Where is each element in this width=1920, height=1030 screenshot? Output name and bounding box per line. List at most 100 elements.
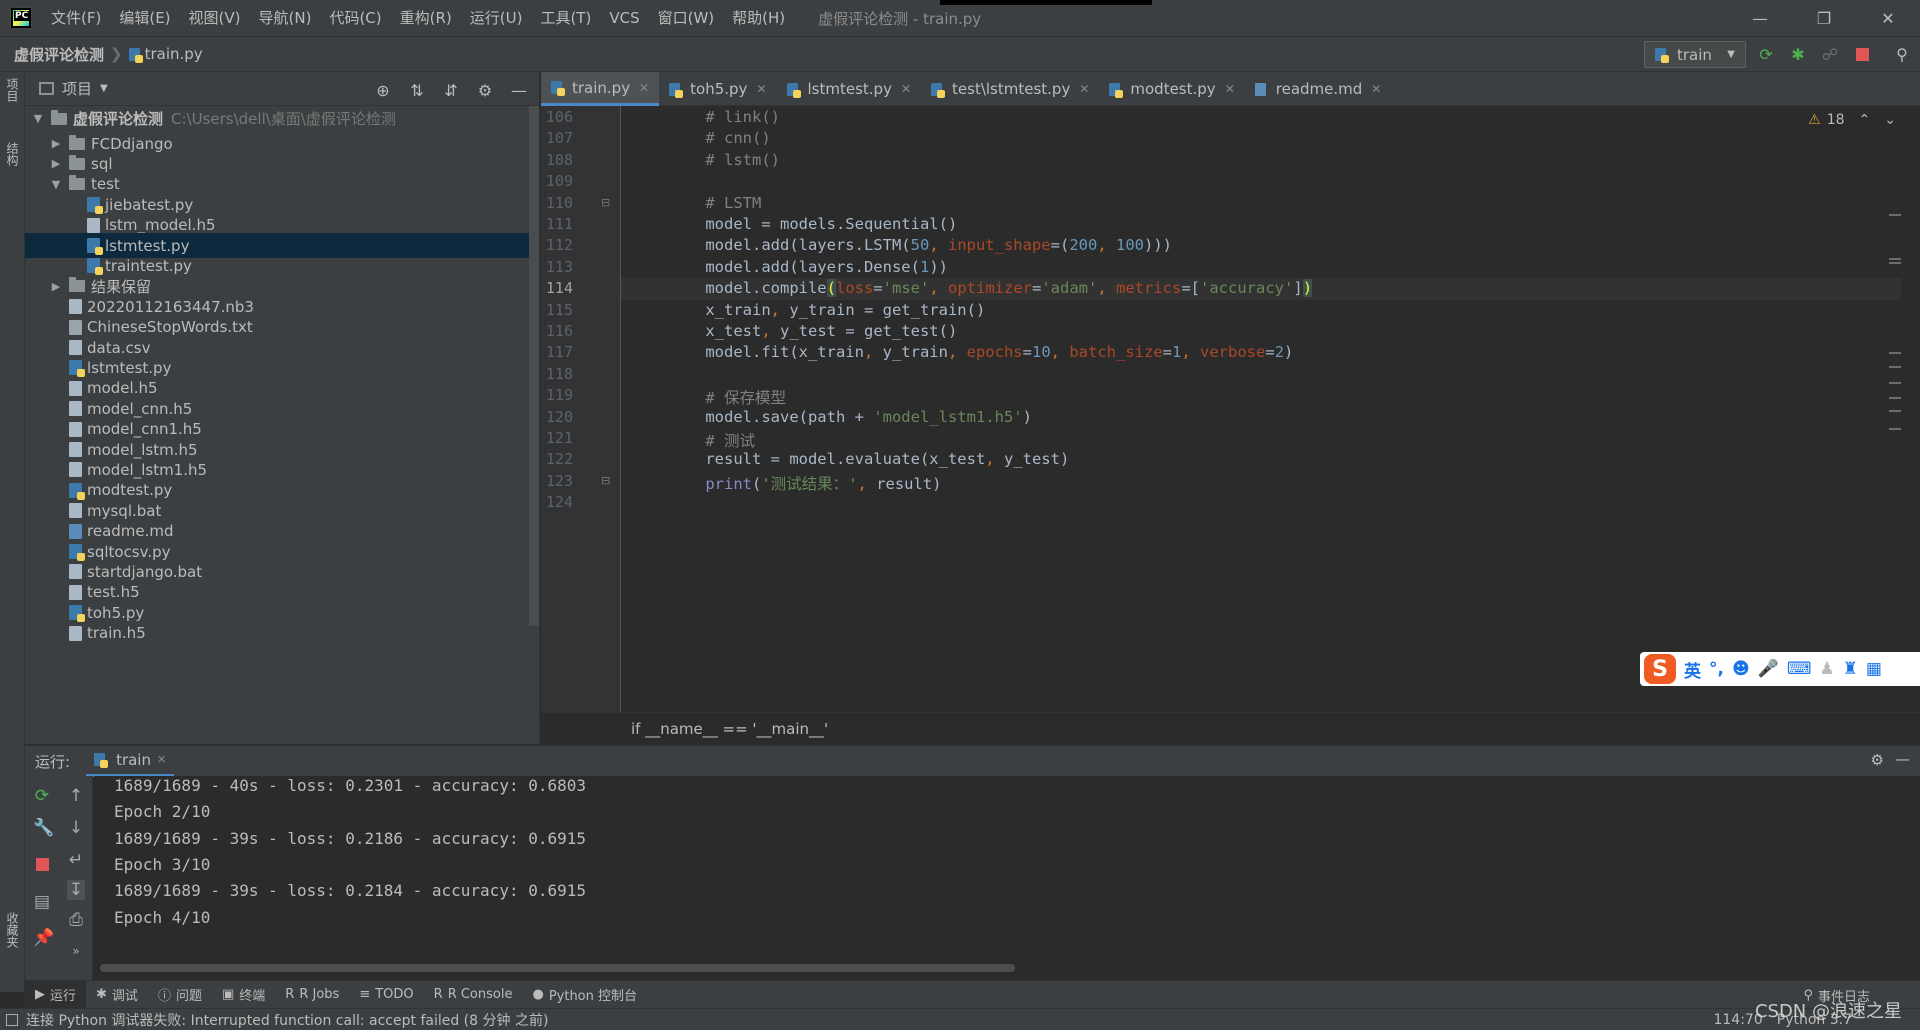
microphone-icon[interactable]: 🎤 — [1758, 659, 1779, 679]
stop-icon[interactable] — [1850, 43, 1874, 67]
debug-tool-tab[interactable]: ✱ 调试 — [86, 981, 148, 1009]
run-tool-tab[interactable]: ▶ 运行 — [25, 980, 87, 1009]
gear-icon[interactable]: ⚙ — [1871, 751, 1884, 769]
todo-tool-tab[interactable]: ≡ TODO — [349, 981, 423, 1009]
emoji-icon[interactable]: ☻ — [1732, 659, 1750, 679]
expand-arrow-icon[interactable]: ▼ — [49, 178, 63, 191]
keyboard-icon[interactable]: ⌨ — [1787, 659, 1812, 679]
close-window-button[interactable]: ✕ — [1856, 0, 1920, 36]
menu-item[interactable]: 工具(T) — [531, 0, 600, 36]
close-icon[interactable]: ✕ — [639, 81, 649, 95]
hide-panel-icon[interactable]: — — [507, 78, 531, 102]
menu-item[interactable]: 帮助(H) — [723, 0, 794, 36]
project-tree-scrollbar[interactable] — [529, 106, 539, 626]
close-icon[interactable]: ✕ — [901, 82, 911, 96]
ime-language-toggle[interactable]: 英 — [1684, 657, 1701, 682]
close-icon[interactable]: ✕ — [756, 82, 766, 96]
editor-tab[interactable]: train.py ✕ — [541, 72, 660, 106]
more-icon[interactable]: » — [67, 944, 85, 958]
expand-arrow-icon[interactable]: ▶ — [49, 280, 63, 293]
fold-marker-icon[interactable]: ⊟ — [601, 474, 610, 487]
expand-arrow-icon[interactable]: ▶ — [49, 157, 63, 170]
tree-root[interactable]: ▼ 虚假评论检测 C:\Users\dell\桌面\虚假评论检测 — [25, 106, 537, 131]
ime-punctuation-toggle[interactable]: °, — [1709, 659, 1724, 679]
error-stripe-mark[interactable] — [1889, 258, 1901, 260]
previous-highlight-icon[interactable]: ⌃ — [1859, 112, 1871, 128]
breadcrumb-file[interactable]: train.py — [145, 45, 203, 63]
close-icon[interactable]: ✕ — [1371, 82, 1381, 96]
menu-item[interactable]: 窗口(W) — [649, 0, 724, 36]
arrow-up-icon[interactable]: ↑ — [67, 786, 85, 806]
hide-panel-icon[interactable]: — — [1895, 750, 1910, 768]
editor-tab[interactable]: modtest.py ✕ — [1099, 72, 1244, 106]
menu-item[interactable]: 视图(V) — [180, 0, 250, 36]
inspection-widget[interactable]: ⚠ 18 ⌃ ⌄ — [1808, 112, 1896, 128]
gear-icon[interactable]: ⚙ — [473, 78, 497, 102]
run-tab-train[interactable]: train ✕ — [86, 746, 175, 777]
search-icon[interactable]: ⚲ — [1890, 43, 1914, 67]
wrench-icon[interactable]: 🔧 — [33, 818, 54, 838]
error-stripe-mark[interactable] — [1889, 352, 1901, 354]
editor-tab[interactable]: lstmtest.py ✕ — [777, 72, 922, 106]
code-breadcrumb[interactable]: if __name__ == '__main__' — [541, 712, 1920, 745]
user-icon[interactable]: ♟ — [1819, 659, 1834, 679]
breadcrumb-project[interactable]: 虚假评论检测 — [14, 44, 104, 65]
locate-icon[interactable]: ⊕ — [371, 78, 395, 102]
run-console[interactable]: 1689/1689 - 40s - loss: 0.2301 - accurac… — [94, 776, 1920, 980]
print-icon[interactable]: ⎙ — [67, 910, 85, 930]
error-stripe-mark[interactable] — [1889, 382, 1901, 384]
expand-arrow-icon[interactable]: ▶ — [49, 137, 63, 150]
collapse-all-icon[interactable]: ⇵ — [439, 78, 463, 102]
favorites-tool-tab[interactable]: 收藏夹 — [4, 912, 21, 948]
tree-file[interactable]: train.h5 — [25, 621, 537, 646]
error-stripe-mark[interactable] — [1889, 410, 1901, 412]
coverage-icon[interactable]: ☍ — [1818, 43, 1842, 67]
close-icon[interactable]: ✕ — [1079, 82, 1089, 96]
rerun-icon[interactable]: ⟳ — [33, 786, 51, 806]
problems-tool-tab[interactable]: ⓘ 问题 — [148, 981, 212, 1009]
close-icon[interactable]: ✕ — [157, 753, 166, 766]
terminal-tool-tab[interactable]: ▣ 终端 — [212, 981, 275, 1009]
python-console-tool-tab[interactable]: ● Python 控制台 — [522, 981, 647, 1009]
code-editor[interactable]: # link() # cnn() # lstm() # LSTM model =… — [621, 106, 1901, 712]
error-stripe-mark[interactable] — [1889, 214, 1901, 216]
layout-icon[interactable]: ▤ — [33, 892, 51, 912]
skin-icon[interactable]: ♜ — [1843, 659, 1858, 679]
menu-item[interactable]: 代码(C) — [320, 0, 390, 36]
toggle-tool-windows-icon[interactable] — [6, 1013, 18, 1026]
menu-item[interactable]: 运行(U) — [461, 0, 532, 36]
fold-marker-icon[interactable]: ⊟ — [601, 196, 610, 209]
error-stripe-mark[interactable] — [1889, 397, 1901, 399]
minimize-button[interactable]: — — [1728, 0, 1792, 36]
error-stripe-mark[interactable] — [1889, 366, 1901, 368]
menu-item[interactable]: 重构(R) — [391, 0, 461, 36]
debug-icon[interactable]: ✱ — [1786, 43, 1810, 67]
menu-item[interactable]: 编辑(E) — [110, 0, 179, 36]
structure-tool-tab[interactable]: 结构 — [4, 142, 21, 166]
pin-icon[interactable]: 📌 — [33, 928, 54, 948]
r-jobs-tool-tab[interactable]: R R Jobs — [275, 981, 349, 1009]
error-stripe-mark[interactable] — [1889, 262, 1901, 264]
console-horizontal-scrollbar[interactable] — [100, 964, 1015, 972]
editor-tab[interactable]: readme.md ✕ — [1245, 72, 1392, 106]
rerun-icon[interactable]: ⟳ — [1754, 43, 1778, 67]
status-message[interactable]: 连接 Python 调试器失败: Interrupted function ca… — [26, 1010, 548, 1030]
scroll-to-end-icon[interactable]: ↧ — [67, 880, 85, 900]
error-stripe-mark[interactable] — [1889, 428, 1901, 430]
menu-item[interactable]: 导航(N) — [250, 0, 321, 36]
chevron-down-icon[interactable]: ▼ — [100, 83, 108, 94]
editor-tab[interactable]: toh5.py ✕ — [659, 72, 776, 106]
menu-item[interactable]: 文件(F) — [42, 0, 110, 36]
r-console-tool-tab[interactable]: R R Console — [424, 981, 523, 1009]
arrow-down-icon[interactable]: ↓ — [67, 818, 85, 838]
menu-item[interactable]: VCS — [600, 0, 648, 36]
project-tool-tab[interactable]: 项目 — [4, 78, 21, 102]
run-configuration-select[interactable]: train ▼ — [1644, 41, 1746, 68]
stop-icon[interactable] — [33, 856, 51, 876]
soft-wrap-icon[interactable]: ↵ — [67, 850, 85, 870]
close-icon[interactable]: ✕ — [1225, 82, 1235, 96]
expand-all-icon[interactable]: ⇅ — [405, 78, 429, 102]
editor-tab[interactable]: test\lstmtest.py ✕ — [921, 72, 1099, 106]
next-highlight-icon[interactable]: ⌄ — [1884, 112, 1896, 128]
project-panel-title[interactable]: 项目 — [62, 78, 92, 99]
